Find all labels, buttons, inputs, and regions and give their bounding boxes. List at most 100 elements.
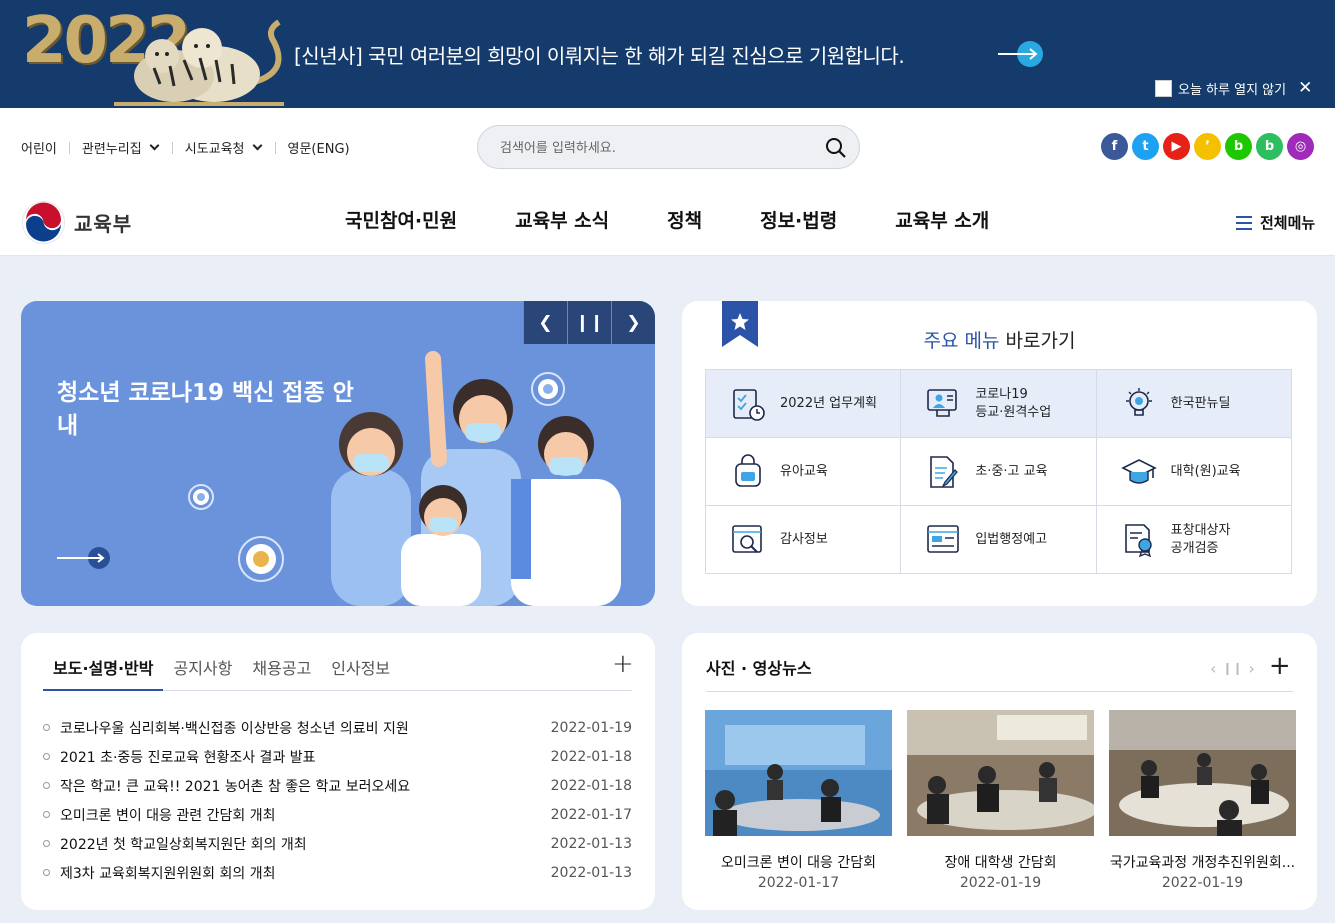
- photo-card[interactable]: 오미크론 변이 대응 간담회 2022-01-17: [705, 710, 892, 891]
- nav-item-policy[interactable]: 정책: [667, 206, 702, 233]
- nav-item-about[interactable]: 교육부 소개: [895, 206, 989, 233]
- menu-label: 코로나19 등교·원격수업: [975, 386, 1052, 420]
- arrow-right-icon[interactable]: [57, 545, 113, 571]
- pause-icon[interactable]: ❙❙: [1222, 661, 1242, 675]
- document-pencil-icon: [930, 455, 959, 488]
- certificate-icon: [1124, 523, 1152, 557]
- close-today-checkbox[interactable]: [1155, 79, 1172, 97]
- new-year-message-link[interactable]: [신년사] 국민 여러분의 희망이 이뤄지는 한 해가 되길 진심으로 기원합니…: [294, 40, 905, 69]
- slider-pause-button[interactable]: ❙❙: [567, 301, 611, 344]
- search-icon[interactable]: [825, 137, 847, 159]
- menu-award-verification[interactable]: 표창대상자 공개검증: [1096, 506, 1292, 574]
- blog-icon[interactable]: b: [1225, 133, 1252, 160]
- nav-item-law[interactable]: 정보·법령: [760, 206, 837, 233]
- site-logo[interactable]: 교육부: [21, 200, 132, 245]
- youtube-icon[interactable]: ▶: [1163, 133, 1190, 160]
- close-today-label: 오늘 하루 열지 않기: [1178, 82, 1287, 98]
- main-menu-shortcuts: 주요 메뉴 바로가기 2022년 업무계획 코로나19 등교·원격수업 한국판뉴…: [682, 301, 1317, 606]
- menu-label: 감사정보: [780, 531, 828, 547]
- all-menu-button[interactable]: 전체메뉴: [1236, 212, 1315, 233]
- menu-label: 대학(원)교육: [1170, 463, 1241, 479]
- instagram-icon[interactable]: ◎: [1287, 133, 1314, 160]
- photo-caption: 국가교육과정 개정추진위원회...: [1109, 855, 1296, 871]
- logo-text: 교육부: [74, 212, 133, 236]
- tab-notice[interactable]: 공지사항: [163, 633, 242, 691]
- menu-covid-online-class[interactable]: 코로나19 등교·원격수업: [901, 370, 1097, 438]
- chevron-right-icon[interactable]: ›: [1249, 659, 1255, 678]
- util-dropdown-related-sites[interactable]: 관련누리집: [82, 138, 160, 157]
- band-icon[interactable]: b: [1256, 133, 1283, 160]
- chevron-left-icon[interactable]: ‹: [1210, 659, 1216, 678]
- more-plus-icon[interactable]: +: [1269, 651, 1291, 681]
- search-input[interactable]: [500, 137, 810, 159]
- checklist-icon: [733, 388, 765, 421]
- bullet-icon: [43, 724, 50, 731]
- util-dropdown-regional-offices[interactable]: 시도교육청: [185, 138, 263, 157]
- menu-legislative-notice[interactable]: 입법행정예고: [901, 506, 1097, 574]
- menu-label: 입법행정예고: [975, 531, 1048, 547]
- tab-personnel[interactable]: 인사정보: [321, 633, 400, 691]
- site-header: 어린이 관련누리집 시도교육청 영문(ENG) f t ▶ ʼ b b ◎ 교육…: [0, 108, 1335, 256]
- menu-audit-info[interactable]: 감사정보: [706, 506, 902, 574]
- search-box: [477, 125, 860, 169]
- photo-date: 2022-01-19: [959, 875, 1042, 891]
- close-today-control[interactable]: 오늘 하루 열지 않기 ✕: [1155, 78, 1312, 98]
- main-visual-slider[interactable]: 청소년 코로나19 백신 접종 안내 ❮ ❙❙ ❯: [21, 301, 655, 606]
- menu-k12-education[interactable]: 초·중·고 교육: [901, 438, 1097, 506]
- list-item[interactable]: 2022년 첫 학교일상회복지원단 회의 개최 2022-01-13: [43, 829, 632, 858]
- menu-higher-education[interactable]: 대학(원)교육: [1096, 438, 1292, 506]
- list-item[interactable]: 제3차 교육회복지원위원회 회의 개최 2022-01-13: [43, 858, 632, 887]
- util-link-kids[interactable]: 어린이: [21, 138, 57, 157]
- chevron-down-icon: [149, 140, 160, 151]
- graduation-cap-icon: [1120, 458, 1157, 484]
- list-item[interactable]: 2021 초·중등 진로교육 현황조사 결과 발표 2022-01-18: [43, 742, 632, 771]
- list-item[interactable]: 오미크론 변이 대응 관련 간담회 개최 2022-01-17: [43, 800, 632, 829]
- photo-list: 오미크론 변이 대응 간담회 2022-01-17 장애 대학생 간담회 202…: [705, 710, 1296, 891]
- form-icon: [927, 524, 960, 553]
- photo-card[interactable]: 장애 대학생 간담회 2022-01-19: [907, 710, 1097, 891]
- vaccine-family-illustration: [188, 351, 621, 606]
- slider-prev-button[interactable]: ❮: [523, 301, 567, 344]
- menu-label: 초·중·고 교육: [975, 463, 1048, 479]
- main-nav: 국민참여·민원 교육부 소식 정책 정보·법령 교육부 소개: [345, 206, 1047, 233]
- divider: [68, 141, 70, 154]
- bullet-icon: [43, 811, 50, 818]
- facebook-icon[interactable]: f: [1101, 133, 1128, 160]
- list-item[interactable]: 작은 학교! 큰 교육!! 2021 농어촌 참 좋은 학교 보러오세요 2022…: [43, 771, 632, 800]
- util-link-english[interactable]: 영문(ENG): [288, 138, 350, 157]
- menu-korean-new-deal[interactable]: 한국판뉴딜: [1096, 370, 1292, 438]
- nav-item-news[interactable]: 교육부 소식: [515, 206, 609, 233]
- bullet-icon: [43, 869, 50, 876]
- bullet-icon: [43, 840, 50, 847]
- photo-video-news: 사진 · 영상뉴스 ‹ ❙❙ › + 오미크론 변이 대응 간담회 2022-0…: [682, 633, 1317, 910]
- menu-early-childhood[interactable]: 유아교육: [706, 438, 902, 506]
- kakao-story-icon[interactable]: ʼ: [1194, 133, 1221, 160]
- main-menu-title: 주요 메뉴 바로가기: [923, 330, 1076, 352]
- list-item[interactable]: 코로나우울 심리회복·백신접종 이상반응 청소년 의료비 지원 2022-01-1…: [43, 713, 632, 742]
- slider-controls: ❮ ❙❙ ❯: [523, 301, 655, 344]
- more-plus-icon[interactable]: +: [612, 649, 634, 679]
- lightbulb-icon: [1125, 387, 1152, 416]
- nav-item-participation[interactable]: 국민참여·민원: [345, 206, 457, 233]
- twitter-icon[interactable]: t: [1132, 133, 1159, 160]
- arrow-right-icon[interactable]: [998, 40, 1044, 68]
- chevron-down-icon: [252, 140, 262, 151]
- top-popup-banner: 2022 [신년사] 국민 여러분의 희망이 이뤄지는 한 해가 되길 진심으로…: [0, 0, 1335, 108]
- bullet-icon: [43, 782, 50, 789]
- close-icon[interactable]: ✕: [1298, 78, 1312, 98]
- photo-thumbnail: [705, 710, 892, 836]
- photo-card[interactable]: 국가교육과정 개정추진위원회... 2022-01-19: [1109, 710, 1296, 891]
- news-board: 보도·설명·반박 공지사항 채용공고 인사정보 + 코로나우울 심리회복·백신접…: [21, 633, 655, 910]
- tab-press-release[interactable]: 보도·설명·반박: [43, 633, 164, 691]
- news-list: 코로나우울 심리회복·백신접종 이상반응 청소년 의료비 지원 2022-01-1…: [43, 713, 632, 887]
- bullet-icon: [43, 753, 50, 760]
- divider: [274, 141, 276, 154]
- photo-date: 2022-01-19: [1161, 875, 1244, 891]
- utility-nav: 어린이 관련누리집 시도교육청 영문(ENG): [21, 138, 350, 157]
- photo-caption: 오미크론 변이 대응 간담회: [720, 855, 877, 871]
- sns-links: f t ▶ ʼ b b ◎: [1101, 133, 1314, 160]
- divider: [706, 691, 1293, 692]
- tab-recruitment[interactable]: 채용공고: [242, 633, 321, 691]
- slider-next-button[interactable]: ❯: [611, 301, 655, 344]
- menu-work-plan[interactable]: 2022년 업무계획: [706, 370, 902, 438]
